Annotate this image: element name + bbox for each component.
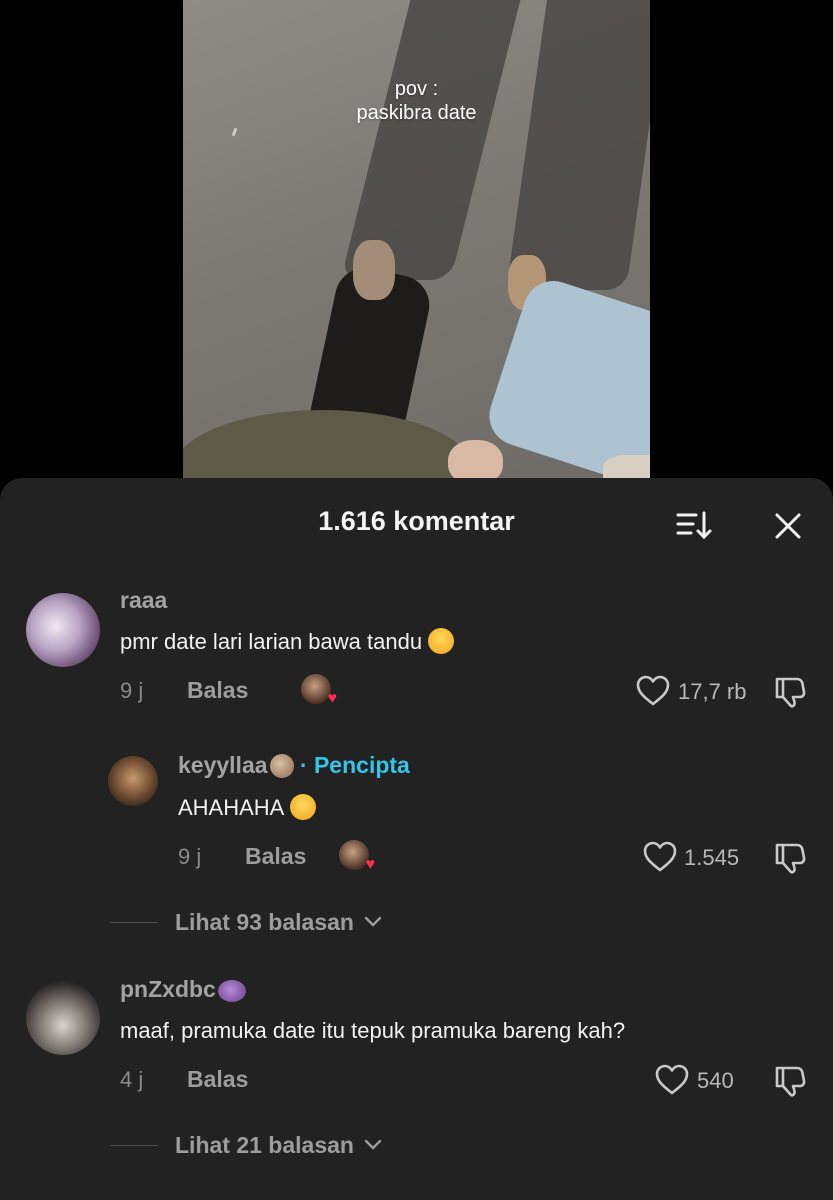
heart-outline-icon: [636, 675, 670, 706]
comments-sheet: 1.616 komentar raaa pmr date lari larian…: [0, 478, 833, 1200]
video-player[interactable]: pov : paskibra date: [183, 0, 650, 478]
view-replies-label: Lihat 21 balasan: [175, 1132, 354, 1158]
video-hand: [448, 440, 503, 478]
dislike-icon[interactable]: [773, 841, 807, 875]
heart-icon: ♥: [365, 856, 376, 873]
username[interactable]: keyyllaa · Pencipta: [178, 752, 410, 779]
like-button[interactable]: [636, 675, 670, 712]
sort-icon[interactable]: [675, 510, 713, 542]
close-icon[interactable]: [773, 511, 803, 541]
video-detail: [231, 127, 238, 137]
video-shadow: [340, 0, 526, 280]
view-replies-label: Lihat 93 balasan: [175, 909, 354, 935]
video-caption-line1: pov :: [394, 78, 439, 100]
chevron-down-icon: [365, 1139, 382, 1150]
like-count: 17,7 rb: [678, 679, 747, 704]
comment-time: 9 j: [120, 678, 144, 703]
username[interactable]: raaa: [120, 587, 167, 614]
crying-face-icon: [428, 628, 455, 654]
avatar[interactable]: [108, 756, 158, 806]
like-count: 1.545: [684, 845, 740, 870]
view-replies-button[interactable]: Lihat 93 balasan: [175, 909, 382, 936]
comment-time: 4 j: [120, 1067, 144, 1092]
like-count: 540: [697, 1068, 734, 1093]
video-shadow: [506, 0, 650, 290]
avatar[interactable]: [26, 593, 100, 667]
comment-text-content: AHAHAHA: [178, 795, 285, 820]
comment-time: 9 j: [178, 844, 202, 869]
comment-text: pmr date lari larian bawa tandu: [120, 628, 455, 655]
heart-icon: ♥: [327, 690, 338, 707]
reply-button[interactable]: Balas: [245, 843, 306, 870]
creator-liked-avatar: ♥: [339, 840, 375, 873]
video-jeans: [481, 273, 650, 478]
video-bag: [603, 455, 650, 478]
ringed-planet-icon: [217, 980, 246, 1002]
like-button[interactable]: [643, 841, 677, 878]
heart-outline-icon: [655, 1064, 689, 1095]
comment-text-content: pmr date lari larian bawa tandu: [120, 629, 423, 654]
shell-icon: [269, 754, 294, 778]
creator-badge: · Pencipta: [299, 752, 410, 778]
view-replies-button[interactable]: Lihat 21 balasan: [175, 1132, 382, 1159]
divider: [110, 1145, 158, 1146]
comment-text: AHAHAHA: [178, 794, 317, 821]
username[interactable]: pnZxdbc: [120, 976, 246, 1003]
reply-button[interactable]: Balas: [187, 1066, 248, 1093]
chevron-down-icon: [365, 916, 382, 927]
dislike-icon[interactable]: [773, 1064, 807, 1098]
like-button[interactable]: [655, 1064, 689, 1101]
heart-outline-icon: [643, 841, 677, 872]
dislike-icon[interactable]: [773, 675, 807, 709]
hand-over-mouth-face-icon: [290, 794, 317, 820]
username-text: pnZxdbc: [120, 976, 216, 1002]
avatar[interactable]: [26, 981, 100, 1055]
video-jacket: [183, 410, 473, 478]
video-foot: [353, 240, 395, 300]
reply-button[interactable]: Balas: [187, 677, 248, 704]
comment-text: maaf, pramuka date itu tepuk pramuka bar…: [120, 1018, 626, 1043]
username-text: keyyllaa: [178, 752, 268, 778]
creator-liked-avatar: ♥: [301, 674, 337, 707]
divider: [110, 922, 158, 923]
video-caption-line2: paskibra date: [356, 102, 477, 124]
